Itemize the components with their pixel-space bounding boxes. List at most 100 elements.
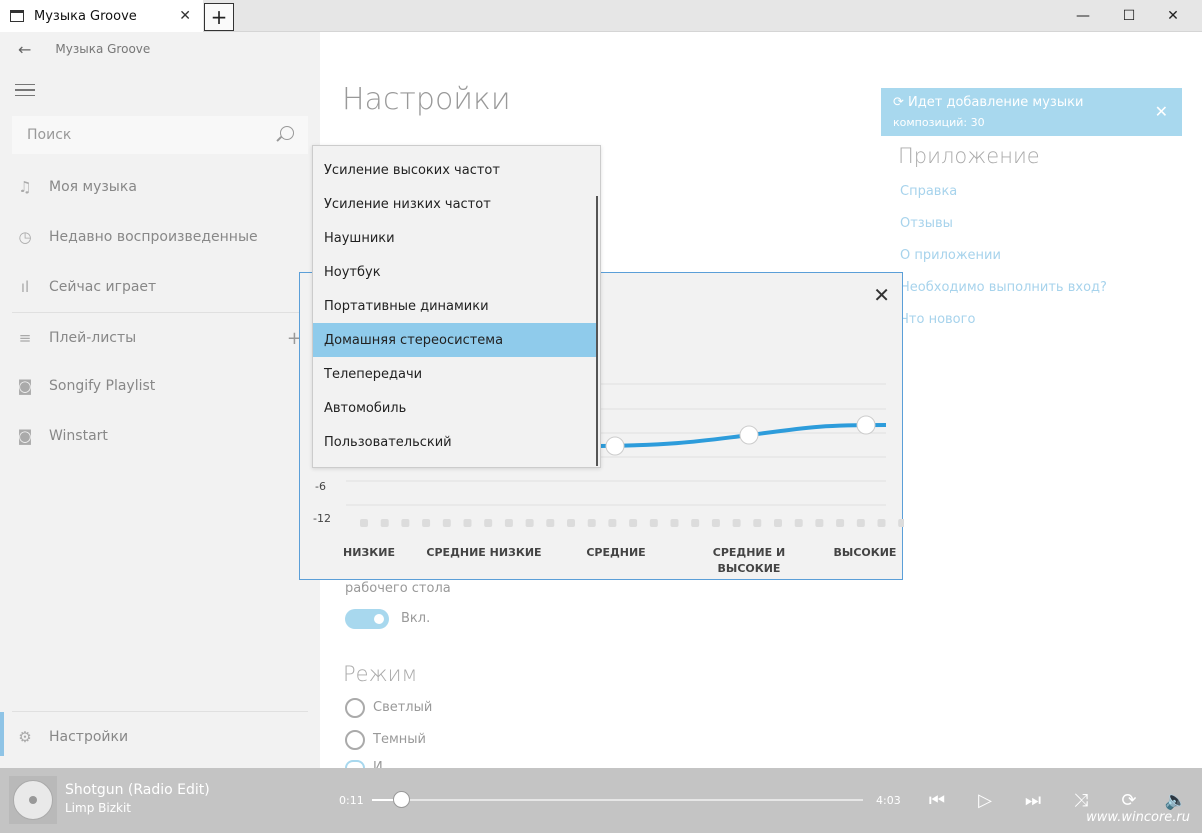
- sidebar-item-recent[interactable]: ◷ Недавно воспроизведенные: [0, 215, 320, 259]
- frequency-dot: [670, 519, 679, 527]
- sidebar-item-label: Winstart: [49, 428, 108, 444]
- band-label-high: ВЫСОКИЕ: [833, 546, 897, 559]
- search-placeholder: Поиск: [27, 127, 72, 143]
- frequency-dots: [360, 519, 904, 527]
- back-arrow-icon[interactable]: ←: [18, 40, 31, 59]
- frequency-dot: [794, 519, 803, 527]
- search-input[interactable]: Поиск: [12, 116, 308, 154]
- frequency-dot: [649, 519, 658, 527]
- sign-in-link[interactable]: Необходимо выполнить вход?: [900, 280, 1107, 295]
- frequency-dot: [774, 519, 782, 527]
- window-icon: [10, 10, 24, 22]
- notification-title: ⟳ Идет добавление музыки: [893, 95, 1083, 110]
- sidebar-item-label: Songify Playlist: [49, 378, 156, 394]
- preset-option[interactable]: Автомобиль: [313, 391, 598, 425]
- sidebar-item-label: Плей-листы: [49, 330, 137, 346]
- search-icon[interactable]: [280, 126, 294, 140]
- frequency-dot: [401, 519, 410, 527]
- tab-close-icon[interactable]: ✕: [179, 8, 191, 24]
- frequency-dot: [442, 519, 451, 527]
- notification-banner[interactable]: ⟳ Идет добавление музыки композиций: 30 …: [881, 88, 1182, 136]
- tick-label: -6: [315, 480, 326, 493]
- frequency-dot: [608, 519, 617, 527]
- preset-option[interactable]: Телепередачи: [313, 357, 598, 391]
- preset-option[interactable]: Усиление низких частот: [313, 187, 598, 221]
- frequency-dot: [546, 519, 555, 527]
- minimize-button[interactable]: —: [1060, 0, 1106, 32]
- close-window-button[interactable]: ✕: [1150, 0, 1196, 32]
- seek-track[interactable]: [372, 799, 863, 801]
- toggle-knob: [374, 614, 384, 624]
- radio-dark[interactable]: [345, 730, 365, 750]
- frequency-dot: [567, 519, 575, 527]
- app-section-heading: Приложение: [898, 144, 1040, 168]
- page-title: Настройки: [342, 82, 511, 117]
- preset-option[interactable]: Усиление высоких частот: [313, 153, 598, 187]
- frequency-dot: [836, 519, 845, 527]
- preset-dropdown: Усиление высоких частот Усиление низких …: [312, 145, 601, 468]
- whats-new-link[interactable]: Что нового: [900, 312, 975, 327]
- tick-label: -12: [313, 512, 331, 525]
- browser-tab[interactable]: Музыка Groove ✕: [0, 0, 203, 32]
- divider: [12, 711, 308, 712]
- seek-thumb[interactable]: [393, 791, 410, 808]
- sidebar-item-label: Моя музыка: [49, 179, 137, 195]
- radio-light[interactable]: [345, 698, 365, 718]
- radio-system[interactable]: [345, 760, 365, 768]
- frequency-dot: [360, 519, 368, 527]
- radio-system-label: И: [373, 760, 383, 768]
- band-label-low: НИЗКИЕ: [343, 546, 395, 559]
- eq-handle-high[interactable]: [856, 415, 876, 435]
- sidebar-item-my-music[interactable]: ♫ Моя музыка: [0, 165, 320, 209]
- elapsed-time: 0:11: [339, 794, 364, 807]
- sidebar-item-winstart[interactable]: ◙ Winstart: [0, 414, 320, 458]
- sidebar-item-label: Настройки: [49, 729, 129, 745]
- sync-icon: ⟳: [893, 95, 904, 110]
- hamburger-menu-icon[interactable]: [15, 84, 35, 96]
- sidebar-item-settings[interactable]: ⚙ Настройки: [0, 715, 320, 759]
- band-label-mid-high: СРЕДНИЕ И ВЫСОКИЕ: [712, 546, 786, 575]
- about-link[interactable]: О приложении: [900, 248, 1001, 263]
- artist-name[interactable]: Limp Bizkit: [65, 801, 131, 815]
- frequency-dot: [691, 519, 700, 527]
- playlist-cover-icon: ◙: [17, 427, 33, 445]
- notification-title-text: Идет добавление музыки: [908, 95, 1084, 110]
- feedback-link[interactable]: Отзывы: [900, 216, 953, 231]
- watermark: www.wincore.ru: [1086, 810, 1190, 825]
- close-icon[interactable]: ✕: [1155, 102, 1168, 121]
- previous-icon[interactable]: ⏮: [923, 786, 951, 814]
- music-note-icon: ♫: [18, 178, 32, 196]
- preset-option[interactable]: Наушники: [313, 221, 598, 255]
- new-tab-button[interactable]: +: [204, 3, 234, 31]
- radio-dark-label: Темный: [373, 732, 426, 747]
- frequency-dot: [753, 519, 762, 527]
- sidebar-item-now-playing[interactable]: ıl Сейчас играет: [0, 265, 320, 309]
- sidebar-item-playlists[interactable]: ≡ Плей-листы +: [0, 316, 320, 360]
- next-icon[interactable]: ⏭: [1019, 786, 1047, 814]
- song-title[interactable]: Shotgun (Radio Edit): [65, 782, 210, 798]
- preset-option[interactable]: Ноутбук: [313, 255, 598, 289]
- preset-option[interactable]: Портативные динамики: [313, 289, 598, 323]
- sidebar-item-label: Сейчас играет: [49, 279, 157, 295]
- sidebar-item-songify-playlist[interactable]: ◙ Songify Playlist: [0, 364, 320, 408]
- mode-heading: Режим: [343, 662, 418, 686]
- equalizer-bars-icon: ıl: [20, 278, 30, 296]
- album-art[interactable]: [9, 776, 57, 824]
- frequency-dot: [422, 519, 431, 527]
- eq-handle-mid-high[interactable]: [739, 425, 759, 445]
- frequency-dot: [629, 519, 638, 527]
- preset-option[interactable]: Пользовательский: [313, 425, 598, 459]
- help-link[interactable]: Справка: [900, 184, 957, 199]
- band-label-mid: СРЕДНИЕ: [586, 546, 646, 559]
- dropdown-scrollbar[interactable]: [596, 196, 598, 466]
- eq-handle-mid[interactable]: [605, 436, 625, 456]
- duration-time: 4:03: [876, 794, 901, 807]
- desktop-toggle[interactable]: [345, 609, 389, 629]
- preset-option-selected[interactable]: Домашняя стереосистема: [313, 323, 598, 357]
- maximize-button[interactable]: ☐: [1106, 0, 1152, 32]
- frequency-dot: [877, 519, 886, 527]
- play-icon[interactable]: ▷: [971, 786, 999, 814]
- frequency-dot: [732, 519, 741, 527]
- toggle-label: Вкл.: [401, 611, 431, 626]
- frequency-dot: [380, 519, 389, 527]
